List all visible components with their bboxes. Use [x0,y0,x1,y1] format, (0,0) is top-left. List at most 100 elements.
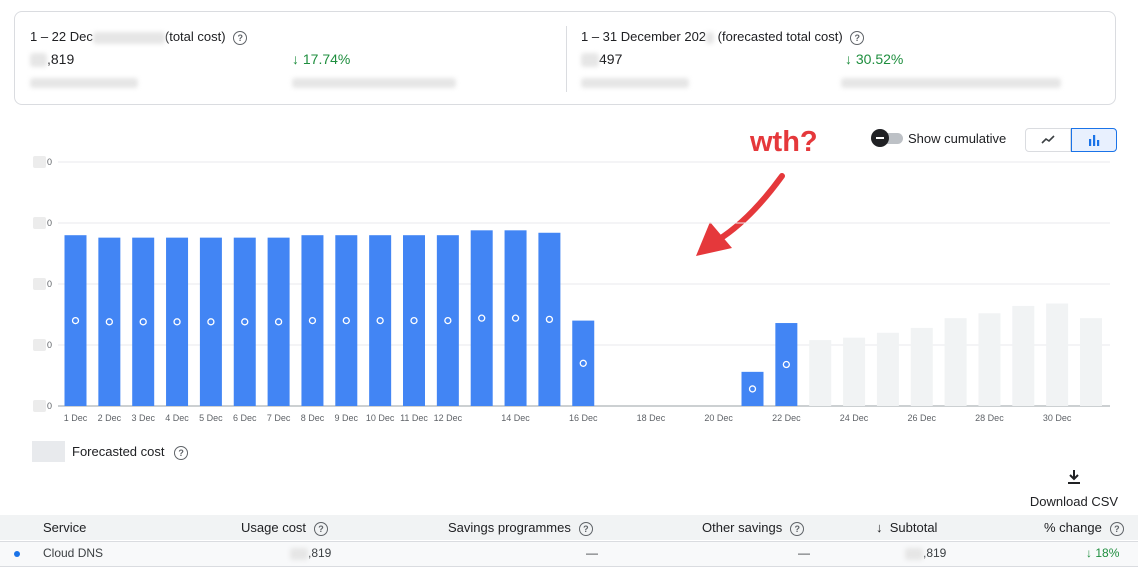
x-tick-label: 14 Dec [501,413,530,423]
x-tick-label: 24 Dec [840,413,869,423]
summary-left-title: 1 – 22 Dec (total cost) ? [30,29,248,45]
cell-subtotal: ,819 [905,546,946,560]
bar-marker [478,314,486,322]
download-icon [1028,470,1120,488]
forecast-bar [1012,305,1035,406]
cumulative-toggle[interactable] [871,129,905,147]
x-tick-label: 9 Dec [335,413,359,423]
bar-marker [748,385,757,393]
bar-marker [308,316,317,325]
forecast-bar [809,340,832,406]
bar-marker [105,318,113,326]
cell-usage-cost: ,819 [290,546,331,560]
x-tick-label: 8 Dec [301,413,325,423]
summary-right-change: ↓ 30.52% [845,51,904,67]
arrow-down-icon: ↓ [292,51,299,67]
summary-left-subtext [30,74,138,92]
x-tick-label: 10 Dec [366,413,395,423]
x-tick-label: 4 Dec [165,413,189,423]
bar-marker [241,318,249,326]
bar-marker [782,360,790,369]
x-tick-label: 30 Dec [1043,413,1072,423]
summary-right-subtext [581,74,689,92]
bar-marker [410,316,418,325]
y-tick-zero: 0 [47,340,52,350]
cell-change: ↓ 18% [1086,546,1120,560]
line-chart-button[interactable] [1025,128,1071,152]
bar-marker [511,314,520,322]
y-tick-zero: 0 [47,279,52,289]
summary-right-value: 497 [581,51,622,68]
help-icon[interactable]: ? [578,521,593,536]
x-tick-label: 1 Dec [64,413,88,423]
bar-marker [139,318,147,326]
x-tick-label: 20 Dec [704,413,733,423]
cell-service: Cloud DNS [43,546,104,560]
col-savings-programmes[interactable]: Savings programmes? [448,520,593,536]
x-tick-label: 22 Dec [772,413,801,423]
col-usage-cost[interactable]: Usage cost? [241,520,329,536]
y-tick-zero: 0 [47,401,52,411]
arrow-down-icon: ↓ [876,520,883,535]
forecast-legend-swatch [32,441,65,462]
forecast-bar [944,318,967,406]
x-tick-label: 28 Dec [975,413,1004,423]
summary-left-value: ,819 [30,51,74,68]
help-icon[interactable]: ? [233,30,248,45]
forecast-bar [876,332,899,406]
table-header: Service Usage cost? Savings programmes? … [0,515,1138,540]
bar-marker [376,316,384,325]
col-percent-change[interactable]: % change? [1044,520,1124,536]
download-csv-label: Download CSV [1029,494,1119,509]
x-tick-label: 3 Dec [131,413,155,423]
series-dot [14,551,20,557]
y-tick-zero: 0 [47,218,52,228]
y-tick-label-redacted [33,217,46,229]
cell-savings: — [586,546,598,560]
x-tick-label: 7 Dec [267,413,291,423]
bar-marker [579,359,587,367]
bar-marker [274,318,283,326]
col-service[interactable]: Service [43,520,86,535]
help-icon[interactable]: ? [314,521,329,536]
bar-marker [342,316,350,325]
bar-chart-icon [1089,134,1100,146]
y-tick-label-redacted [33,278,46,290]
x-tick-label: 11 Dec [400,413,428,423]
help-icon[interactable]: ? [174,445,189,460]
summary-right-title: 1 – 31 December 202 (forecasted total co… [581,29,865,45]
bar-marker [444,316,452,325]
x-tick-label: 2 Dec [98,413,122,423]
x-tick-label: 6 Dec [233,413,257,423]
arrow-down-icon: ↓ [1086,546,1092,560]
x-tick-label: 5 Dec [199,413,223,423]
table-row[interactable]: Cloud DNS ,819 — — ,819 ↓ 18% [0,541,1138,567]
help-icon[interactable]: ? [1109,521,1124,536]
bar-marker [173,318,181,326]
download-csv-button[interactable]: Download CSV [1028,470,1120,509]
y-tick-label-redacted [33,400,46,412]
y-tick-label-redacted [33,156,46,168]
arrow-down-icon: ↓ [845,51,852,67]
x-tick-label: 18 Dec [637,413,666,423]
help-icon[interactable]: ? [850,30,865,45]
bar-chart-button[interactable] [1071,128,1117,152]
x-tick-label: 16 Dec [569,413,598,423]
forecast-bar [1080,318,1102,406]
y-tick-zero: 0 [47,157,52,167]
line-chart-icon [1041,135,1055,144]
help-icon[interactable]: ? [790,521,805,536]
summary-right-compare [841,74,1061,92]
cell-other-savings: — [798,546,810,560]
cost-summary-card: 1 – 22 Dec (total cost) ? ,819 ↓ 17.74% 1… [14,11,1116,105]
forecast-bar [978,313,1001,406]
cost-chart: 0 0 0 0 0 1 Dec 2 Dec 3 Dec 4 Dec 5 Dec 6 Dec 7 Dec… [33,156,1110,423]
cumulative-label: Show cumulative [908,131,1007,146]
forecast-bar [1046,303,1069,406]
forecast-bar [910,327,933,406]
col-other-savings[interactable]: Other savings? [702,520,805,536]
x-tick-label: 26 Dec [907,413,936,423]
forecast-bar [843,337,866,406]
bar-marker [545,315,554,324]
col-subtotal[interactable]: ↓ Subtotal [876,520,937,535]
